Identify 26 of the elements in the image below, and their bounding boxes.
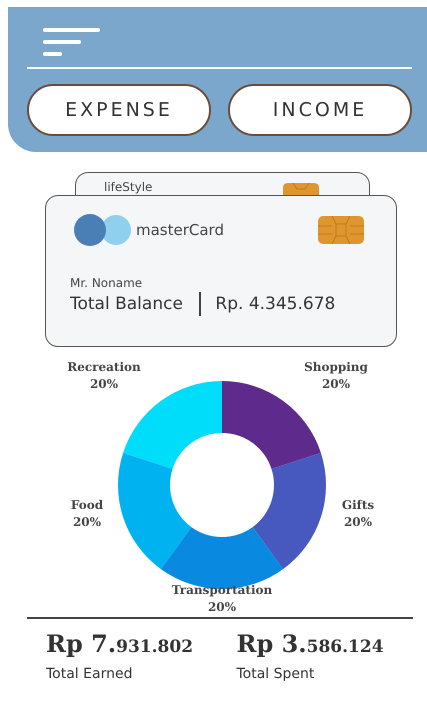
- menu-icon[interactable]: [42, 27, 102, 57]
- chip-icon: [318, 216, 364, 244]
- total-label: Total Earned: [46, 666, 134, 682]
- slice-label: Shopping: [304, 360, 368, 374]
- tab-button[interactable]: EXPENSE: [27, 84, 211, 136]
- slice-percent: 20%: [72, 515, 102, 529]
- total-amount: Rp 7.931.802: [46, 629, 194, 658]
- slice-label: Gifts: [342, 498, 374, 512]
- slice-percent: 20%: [90, 377, 118, 391]
- balance-amount: Rp. 4.345.678: [215, 294, 336, 314]
- slice-percent: 20%: [208, 600, 236, 614]
- slice-percent: 20%: [344, 515, 372, 529]
- balance-label: Total Balance: [70, 294, 183, 314]
- card-brand: masterCard: [136, 221, 224, 239]
- chip-icon: [283, 183, 319, 195]
- tab-button[interactable]: INCOME: [228, 84, 412, 136]
- slice-label: Recreation: [67, 360, 141, 374]
- slice-label: Transportation: [172, 583, 272, 597]
- balance-card[interactable]: masterCard Mr. Noname Total Balance Rp. 4.345.678: [45, 195, 397, 347]
- total-amount: Rp 3.586.124: [236, 629, 385, 658]
- back-card[interactable]: lifeStyle: [75, 172, 370, 195]
- total-label: Total Spent: [236, 666, 316, 682]
- slice-percent: 20%: [322, 377, 350, 391]
- slice-label: Food: [70, 498, 104, 512]
- card-holder: Mr. Noname: [70, 276, 144, 290]
- card-name: lifeStyle: [104, 180, 152, 194]
